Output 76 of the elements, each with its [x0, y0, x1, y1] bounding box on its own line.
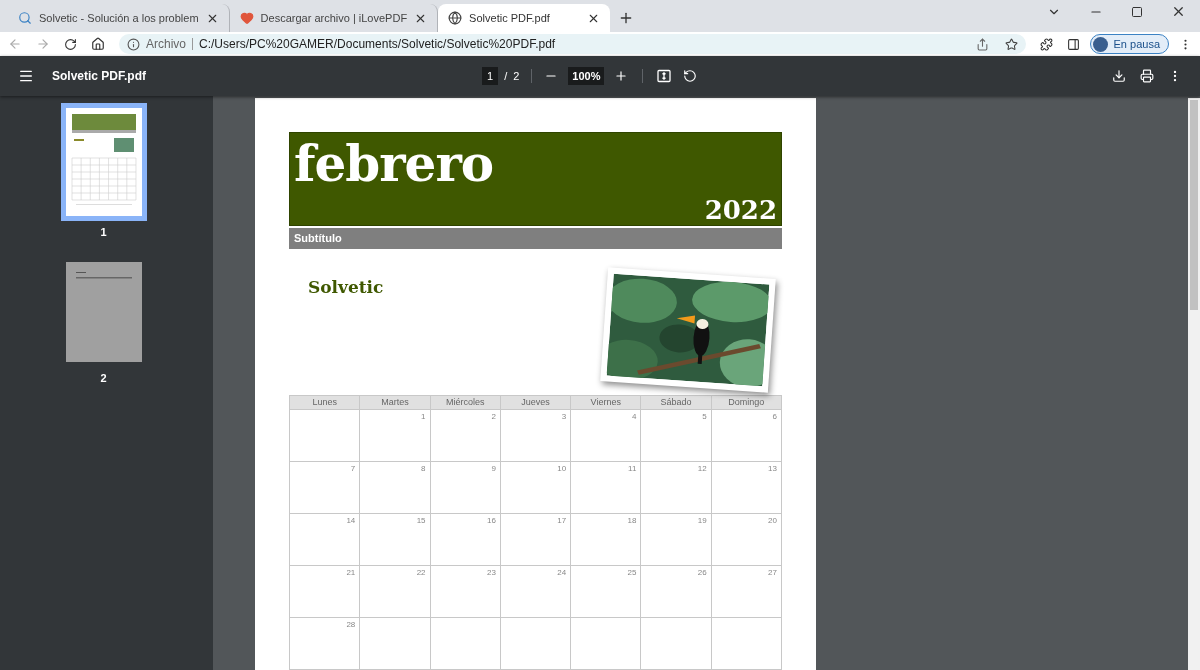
weekday-header: Sábado — [641, 396, 712, 410]
day-number: 6 — [772, 411, 777, 423]
scheme-label: Archivo — [146, 36, 186, 53]
rotate-icon[interactable] — [683, 69, 698, 83]
share-icon[interactable] — [975, 37, 989, 51]
month-title: febrero — [294, 133, 495, 195]
day-number: 11 — [628, 463, 637, 475]
day-number: 14 — [346, 515, 356, 527]
day-number: 26 — [697, 567, 707, 579]
year-title: 2022 — [704, 195, 777, 225]
weekday-header: Lunes — [290, 396, 361, 410]
page-number: 1 — [100, 225, 107, 240]
profile-label: En pausa — [1113, 36, 1160, 52]
day-number: 3 — [561, 411, 567, 423]
home-icon[interactable] — [91, 37, 105, 51]
day-number: 20 — [768, 515, 777, 527]
search-icon — [18, 11, 32, 25]
reload-icon[interactable] — [64, 37, 77, 51]
day-number: 7 — [350, 463, 356, 475]
extensions-icon[interactable] — [1039, 37, 1053, 51]
total-pages: 2 — [513, 68, 520, 84]
weekday-header: Miércoles — [430, 396, 501, 410]
zoom-input[interactable]: 100% — [568, 66, 605, 86]
day-number: 21 — [346, 567, 356, 579]
weekday-header: Viernes — [571, 396, 642, 410]
weekday-header: Martes — [360, 396, 431, 410]
globe-icon — [448, 11, 463, 25]
day-number: 19 — [697, 515, 707, 527]
day-number: 22 — [416, 567, 426, 579]
download-icon[interactable] — [1112, 69, 1126, 83]
tab-title: Descargar archivo | iLovePDF — [260, 10, 408, 26]
tab-title: Solvetic PDF.pdf — [469, 10, 551, 26]
page-input[interactable]: 1 — [482, 66, 499, 86]
day-number: 23 — [486, 567, 496, 579]
menu-icon[interactable] — [18, 68, 34, 84]
scrollbar-thumb[interactable] — [1190, 100, 1198, 310]
day-number: 5 — [702, 411, 707, 423]
day-number: 17 — [557, 515, 567, 527]
day-number: 15 — [416, 515, 426, 527]
day-number: 28 — [346, 619, 356, 631]
subtitle-text: Subtítulo — [294, 231, 342, 247]
avatar-icon — [1092, 36, 1108, 52]
url-text: C:/Users/PC%20GAMER/Documents/Solvetic/Solvetic%20PDF.pdf — [199, 36, 557, 53]
scrollbar[interactable] — [1188, 98, 1200, 670]
browser-tab[interactable]: Solvetic PDF.pdf — [438, 4, 611, 32]
day-number: 1 — [421, 411, 426, 423]
heart-icon — [239, 11, 254, 25]
page-number: 2 — [100, 370, 107, 386]
day-number: 13 — [768, 463, 777, 475]
maximize-icon[interactable] — [1131, 5, 1143, 18]
weekday-header: Jueves — [500, 396, 572, 410]
day-number: 9 — [491, 463, 496, 475]
print-icon[interactable] — [1140, 69, 1154, 83]
document-title: Solvetic PDF.pdf — [52, 68, 147, 85]
day-number: 8 — [421, 463, 426, 475]
profile-button[interactable]: En pausa — [1089, 34, 1169, 54]
tab-title: Solvetic - Solución a los problem — [39, 10, 199, 26]
day-number: 25 — [627, 567, 637, 579]
close-icon[interactable] — [1171, 4, 1186, 19]
zoom-in-icon[interactable] — [614, 69, 629, 83]
day-number: 4 — [631, 411, 637, 423]
day-number: 2 — [491, 411, 496, 423]
side-panel-icon[interactable] — [1066, 37, 1080, 51]
day-number: 18 — [627, 515, 637, 527]
day-number: 27 — [768, 567, 777, 579]
day-number: 10 — [557, 463, 567, 475]
section-heading: Solvetic — [308, 275, 384, 299]
weekday-header: Domingo — [711, 396, 782, 410]
day-number: 16 — [486, 515, 496, 527]
bookmark-icon[interactable] — [1004, 37, 1018, 51]
info-icon[interactable] — [127, 37, 140, 51]
day-number: 12 — [697, 463, 707, 475]
address-field[interactable]: Archivo C:/Users/PC%20GAMER/Documents/Solvetic/Solvetic%20PDF.pdf — [119, 34, 1026, 54]
page-separator: / — [504, 68, 508, 84]
fit-page-icon[interactable] — [657, 69, 672, 83]
day-number: 24 — [557, 567, 567, 579]
